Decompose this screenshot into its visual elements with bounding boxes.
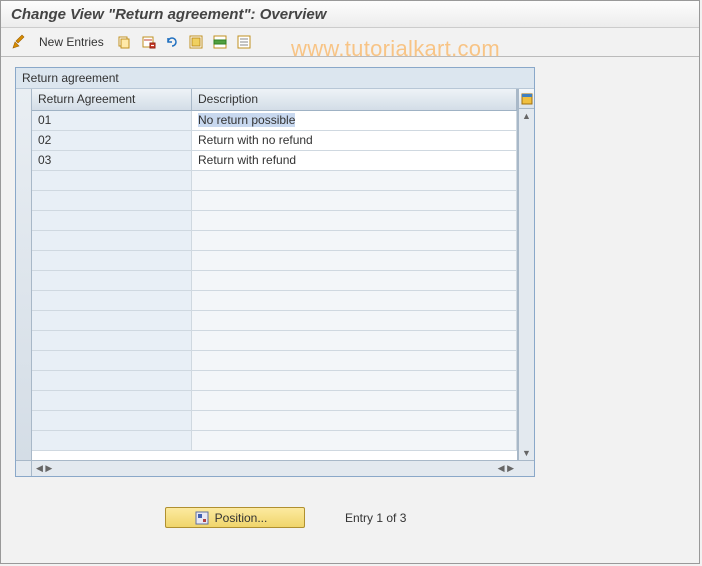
deselect-all-icon[interactable] <box>234 32 254 52</box>
cell-code <box>32 231 192 250</box>
cell-code <box>32 391 192 410</box>
cell-code <box>32 191 192 210</box>
cell-code[interactable]: 02 <box>32 131 192 150</box>
cell-description <box>192 231 517 250</box>
row-selector-gutter[interactable] <box>16 89 32 460</box>
scroll-down-icon[interactable]: ▼ <box>519 446 534 460</box>
cell-description <box>192 271 517 290</box>
return-agreement-panel: Return agreement Return Agreement Descri… <box>15 67 535 477</box>
cell-description[interactable]: No return possible <box>192 111 517 130</box>
cell-description[interactable]: Return with no refund <box>192 131 517 150</box>
cell-description <box>192 351 517 370</box>
cell-code <box>32 171 192 190</box>
copy-as-icon[interactable] <box>114 32 134 52</box>
table-row[interactable]: 02Return with no refund <box>32 131 517 151</box>
table-settings-icon[interactable] <box>519 89 534 109</box>
new-entries-button[interactable]: New Entries <box>33 32 110 52</box>
cell-description <box>192 291 517 310</box>
panel-title: Return agreement <box>16 68 534 89</box>
table-row <box>32 311 517 331</box>
cell-code <box>32 351 192 370</box>
table-row <box>32 251 517 271</box>
cell-code <box>32 311 192 330</box>
undo-change-icon[interactable] <box>162 32 182 52</box>
table-row <box>32 431 517 451</box>
cell-description <box>192 371 517 390</box>
table-row <box>32 351 517 371</box>
table-row <box>32 411 517 431</box>
table-row[interactable]: 01No return possible <box>32 111 517 131</box>
column-header-code[interactable]: Return Agreement <box>32 89 192 110</box>
cell-description <box>192 311 517 330</box>
table-row <box>32 391 517 411</box>
position-icon <box>195 511 209 525</box>
cell-description <box>192 411 517 430</box>
column-header-description[interactable]: Description <box>192 89 517 110</box>
horizontal-scrollbar[interactable]: ◀ ▶ ◀ ▶ <box>16 460 534 476</box>
cell-description <box>192 331 517 350</box>
select-all-icon[interactable] <box>186 32 206 52</box>
cell-code <box>32 411 192 430</box>
delete-icon[interactable] <box>138 32 158 52</box>
cell-code <box>32 331 192 350</box>
cell-description <box>192 171 517 190</box>
cell-code <box>32 271 192 290</box>
cell-description <box>192 251 517 270</box>
table-row <box>32 171 517 191</box>
table-row <box>32 211 517 231</box>
cell-description <box>192 211 517 230</box>
cell-description <box>192 391 517 410</box>
cell-code <box>32 431 192 450</box>
cell-code[interactable]: 01 <box>32 111 192 130</box>
cell-code <box>32 291 192 310</box>
table-row <box>32 371 517 391</box>
table-row <box>32 291 517 311</box>
cell-code <box>32 251 192 270</box>
table-row <box>32 331 517 351</box>
cell-description <box>192 431 517 450</box>
table-row[interactable]: 03Return with refund <box>32 151 517 171</box>
scroll-up-icon[interactable]: ▲ <box>519 109 534 123</box>
cell-description[interactable]: Return with refund <box>192 151 517 170</box>
toolbar: New Entries <box>1 28 699 57</box>
toggle-display-change-icon[interactable] <box>9 32 29 52</box>
position-button-label: Position... <box>215 511 268 525</box>
entry-counter: Entry 1 of 3 <box>345 511 406 525</box>
data-grid: Return Agreement Description 01No return… <box>32 89 518 460</box>
table-row <box>32 271 517 291</box>
table-row <box>32 231 517 251</box>
select-block-icon[interactable] <box>210 32 230 52</box>
cell-code[interactable]: 03 <box>32 151 192 170</box>
page-title: Change View "Return agreement": Overview <box>1 1 699 28</box>
table-row <box>32 191 517 211</box>
position-button[interactable]: Position... <box>165 507 305 528</box>
cell-description <box>192 191 517 210</box>
vertical-scrollbar[interactable]: ▲ ▼ <box>518 89 534 460</box>
cell-code <box>32 211 192 230</box>
cell-code <box>32 371 192 390</box>
